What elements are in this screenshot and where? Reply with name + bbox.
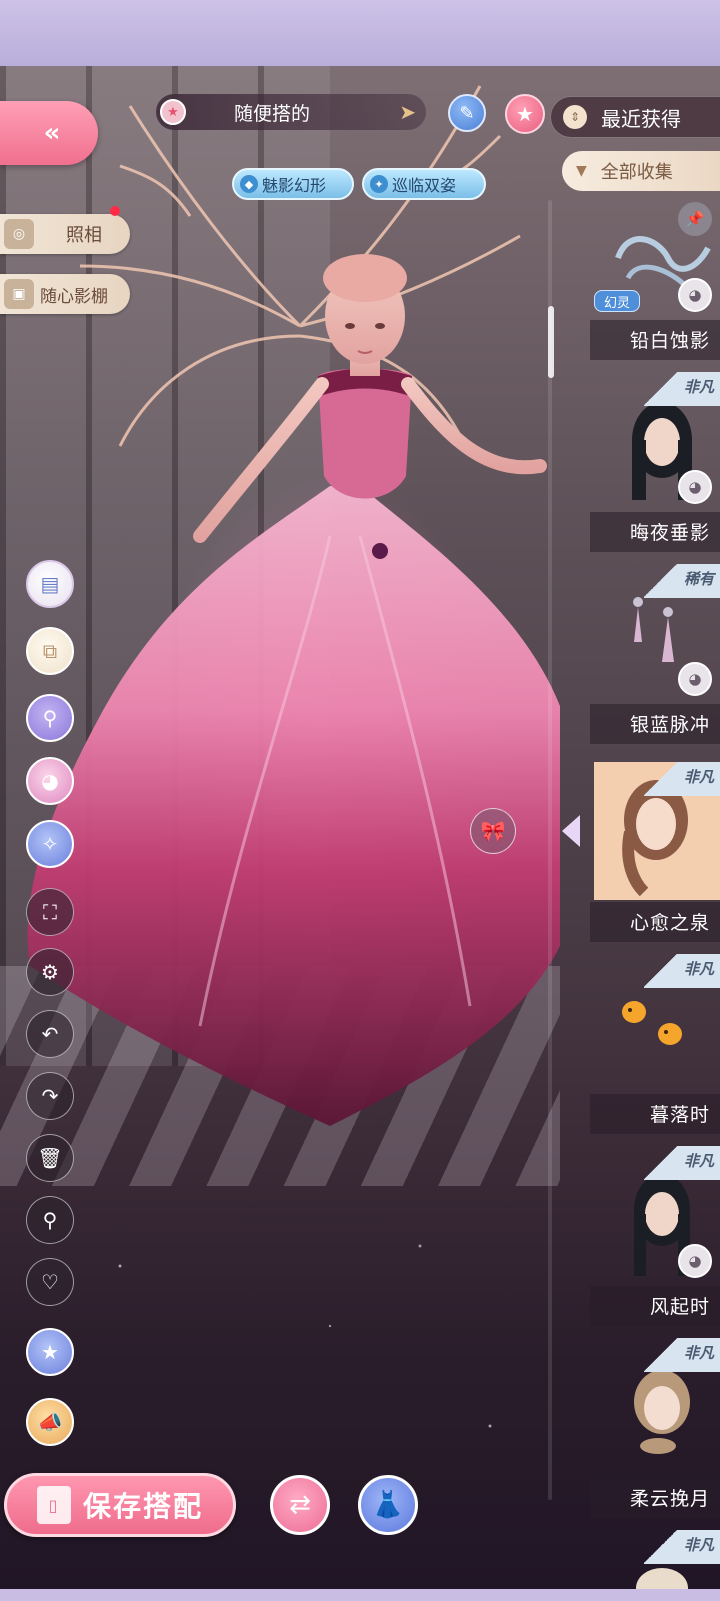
undo-icon: ↶	[41, 1022, 59, 1046]
star-magic-button[interactable]: ✧	[26, 820, 74, 868]
box-icon: ▣	[4, 279, 34, 309]
outfit-preset-icon: ▤	[40, 572, 60, 596]
save-outfit-button[interactable]: ▯ 保存搭配	[4, 1473, 236, 1537]
item-name: 银蓝脉冲	[629, 714, 710, 736]
sort-arrows-icon: ⇕	[563, 105, 587, 129]
beetle-icon: ✦	[370, 175, 388, 193]
palette-icon[interactable]: ◕	[678, 662, 712, 696]
outfit-name-bar[interactable]: ★ 随便搭的 ➤	[156, 94, 426, 130]
outfit-name: 随便搭的	[234, 102, 311, 125]
fullscreen-icon: ⛶	[43, 900, 57, 924]
redo-icon: ↷	[41, 1084, 59, 1108]
scroll-thumb[interactable]	[548, 306, 554, 378]
item-name: 暮落时	[649, 1104, 710, 1126]
item-name: 柔云挽月	[629, 1488, 710, 1510]
photo-button[interactable]: ◎ 照相	[0, 214, 130, 254]
skill-chip-1[interactable]: ◆ 魅影幻形	[232, 168, 354, 200]
palette-icon: ◕	[41, 769, 59, 793]
triangle-down-icon: ▼	[576, 163, 587, 179]
skill-label: 魅影幻形	[262, 176, 327, 195]
item-name: 铅白蚀影	[629, 330, 710, 352]
settings-gear-icon: ⚙	[41, 960, 59, 984]
skill-label: 巡临双姿	[392, 176, 457, 195]
fullscreen-button[interactable]: ⛶	[26, 888, 74, 936]
scroll-track[interactable]	[548, 200, 552, 1500]
camera-icon: ◎	[4, 219, 34, 249]
edit-pen-button[interactable]: ✎	[448, 94, 486, 132]
studio-button[interactable]: ▣ 随心影棚	[0, 274, 130, 314]
bottom-frame	[0, 1589, 720, 1601]
wardrobe-item[interactable]: 非凡 风起时 ◕	[590, 1146, 720, 1328]
search-icon: ⚲	[42, 1208, 58, 1232]
sort-label: 最近获得	[601, 106, 681, 131]
layer-add-icon: ⧉	[42, 639, 58, 663]
item-name: 晦夜垂影	[629, 522, 710, 544]
wardrobe-item-selected[interactable]: 非凡 心愈之泉	[590, 762, 720, 944]
search-filter-icon: ⚲	[42, 706, 58, 730]
swap-button[interactable]: ⇄	[270, 1475, 330, 1535]
back-button[interactable]: «	[0, 101, 98, 165]
search-button[interactable]: ⚲	[26, 1196, 74, 1244]
selected-indicator	[562, 815, 580, 847]
star-magic-icon: ✧	[41, 832, 59, 856]
document-icon: ▯	[36, 1486, 71, 1524]
trash-icon: 🗑	[37, 1146, 63, 1170]
layer-add-button[interactable]: ⧉	[26, 627, 74, 675]
rarity-badge: 稀有	[644, 564, 720, 598]
settings-button[interactable]: ⚙	[26, 948, 74, 996]
chevron-right-icon: ➤	[399, 100, 416, 124]
star-badge-button[interactable]: ★	[26, 1328, 74, 1376]
outfit-scan-button[interactable]: 👗	[358, 1475, 418, 1535]
palette-icon[interactable]: ◕	[678, 470, 712, 504]
heart-icon: ♡	[41, 1270, 59, 1294]
save-label: 保存搭配	[82, 1490, 203, 1523]
undo-button[interactable]: ↶	[26, 1010, 74, 1058]
dress-icon: 👗	[371, 1490, 405, 1520]
item-name: 风起时	[649, 1296, 710, 1318]
drop-icon: ◆	[240, 175, 258, 193]
star-icon: ★	[516, 102, 534, 126]
rarity-badge: 非凡	[644, 1530, 720, 1564]
trash-button[interactable]: 🗑	[26, 1134, 74, 1182]
top-frame	[0, 0, 720, 66]
megaphone-icon: 📣	[37, 1410, 63, 1434]
double-chevron-left-icon: «	[43, 118, 61, 148]
megaphone-button[interactable]: 📣	[26, 1398, 74, 1446]
star-badge-icon: ★	[41, 1340, 59, 1364]
wardrobe-item[interactable]: 非凡 暮落时	[590, 954, 720, 1136]
bow-accessory-button[interactable]: 🎀	[470, 808, 516, 854]
rarity-badge: 非凡	[644, 372, 720, 406]
heart-button[interactable]: ♡	[26, 1258, 74, 1306]
swap-arrow-icon: ⇄	[289, 1490, 311, 1520]
star-icon: ★	[160, 99, 186, 125]
sort-dropdown[interactable]: ⇕ 最近获得	[550, 96, 720, 138]
spirit-tag: 幻灵	[594, 290, 640, 312]
rarity-badge: 非凡	[644, 762, 720, 796]
item-name: 心愈之泉	[629, 912, 710, 934]
rarity-badge: 非凡	[644, 1338, 720, 1372]
skill-chip-2[interactable]: ✦ 巡临双姿	[362, 168, 486, 200]
pen-icon: ✎	[459, 102, 475, 124]
wardrobe-item[interactable]: 铅白蚀影 ◕	[590, 180, 720, 362]
wardrobe-item[interactable]: 非凡 柔云挽月	[590, 1338, 720, 1520]
redo-button[interactable]: ↷	[26, 1072, 74, 1120]
palette-icon[interactable]: ◕	[678, 278, 712, 312]
rarity-badge: 非凡	[644, 954, 720, 988]
wardrobe-item[interactable]: 稀有 银蓝脉冲 ◕	[590, 564, 720, 746]
palette-button[interactable]: ◕	[26, 757, 74, 805]
bow-icon: 🎀	[480, 819, 506, 843]
photo-label: 照相	[66, 225, 102, 246]
wardrobe-item[interactable]: 非凡 晦夜垂影 ◕	[590, 372, 720, 554]
wardrobe-item[interactable]: 非凡	[590, 1530, 720, 1589]
search-filter-button[interactable]: ⚲	[26, 694, 74, 742]
rarity-badge: 非凡	[644, 1146, 720, 1180]
favorite-star-button[interactable]: ★	[505, 94, 545, 134]
notification-dot	[110, 206, 120, 216]
studio-label: 随心影棚	[40, 286, 108, 307]
outfit-preset-button[interactable]: ▤	[26, 560, 74, 608]
palette-icon[interactable]: ◕	[678, 1244, 712, 1278]
